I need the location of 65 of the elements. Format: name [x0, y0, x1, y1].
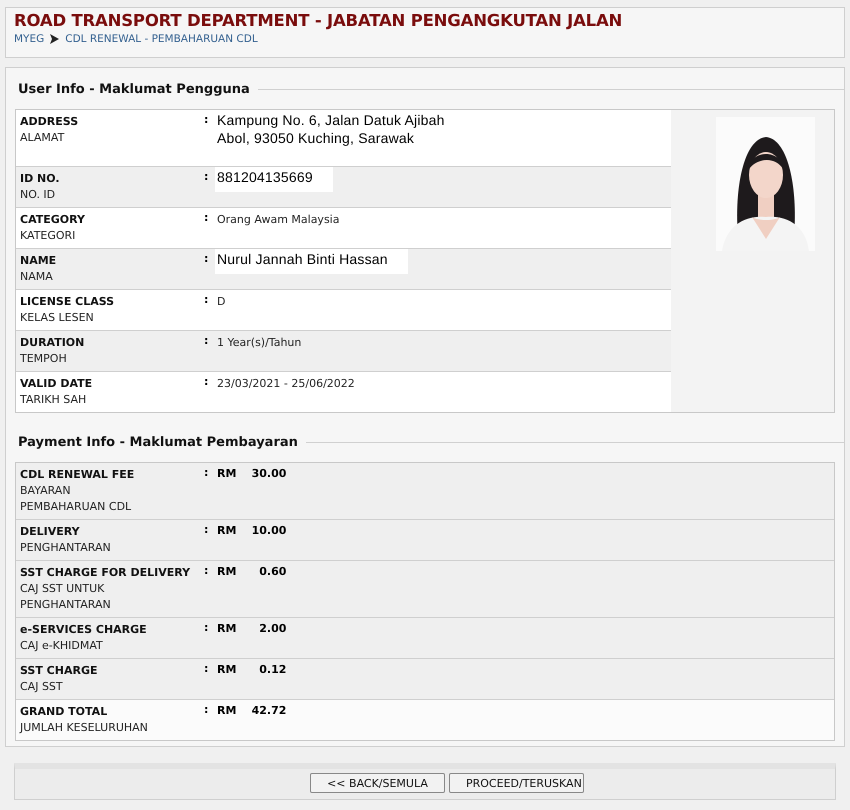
currency-label: RM [216, 703, 238, 719]
colon-separator: : [204, 563, 210, 579]
field-label: ALAMAT [20, 130, 66, 146]
fee-label: CDL RENEWAL FEE [20, 467, 136, 483]
field-label: DURATION [20, 335, 86, 351]
arrow-icon [50, 34, 60, 44]
field-label: KATEGORI [20, 228, 76, 244]
field-label: KELAS LESEN [20, 310, 95, 326]
fee-amount: 0.60 [258, 564, 286, 580]
breadcrumb-link[interactable]: CDL RENEWAL - PEMBAHARUAN CDL [65, 33, 258, 45]
fee-label: GRAND TOTAL [20, 704, 108, 720]
section-heading: Payment Info - Maklumat Pembayaran [17, 435, 299, 450]
fee-amount: 2.00 [258, 621, 286, 637]
field-label: TARIKH SAH [20, 392, 88, 408]
fee-label: SST CHARGE FOR DELIVERY [20, 565, 192, 581]
fee-label: JUMLAH KESELURUHAN [20, 720, 149, 736]
section-heading: User Info - Maklumat Pengguna [17, 82, 251, 97]
currency-label: RM [216, 523, 238, 539]
field-value: 1 Year(s)/Tahun [216, 335, 302, 351]
currency-label: RM [216, 662, 238, 678]
field-value: Orang Awam Malaysia [216, 212, 340, 228]
fee-label: DELIVERY [20, 524, 81, 540]
field-value: 881204135669 [215, 167, 333, 192]
colon-separator: : [204, 522, 210, 538]
field-label: TEMPOH [20, 351, 68, 367]
fee-label: CAJ SST [20, 679, 64, 695]
field-label: LICENSE CLASS [20, 294, 116, 310]
fee-label: PENGHANTARAN [20, 540, 112, 556]
fee-label: CAJ e-KHIDMAT [20, 638, 104, 654]
colon-separator: : [204, 465, 210, 481]
field-label: CATEGORY [20, 212, 86, 228]
action-button[interactable]: PROCEED/TERUSKAN [449, 773, 584, 793]
field-label: NO. ID [20, 187, 56, 203]
fee-label: SST CHARGE [20, 663, 98, 679]
action-button[interactable]: << BACK/SEMULA [310, 773, 445, 793]
field-label: VALID DATE [20, 376, 94, 392]
field-label: NAME [20, 253, 58, 269]
field-label: NAMA [20, 269, 54, 285]
fee-amount: 30.00 [250, 466, 286, 482]
colon-separator: : [204, 661, 210, 677]
fee-label: e-SERVICES CHARGE [20, 622, 148, 638]
colon-separator: : [204, 251, 210, 267]
field-label: ID NO. [20, 171, 61, 187]
fee-label: BAYARAN PEMBAHARUAN CDL [20, 483, 132, 515]
field-value: Nurul Jannah Binti Hassan [215, 249, 408, 274]
colon-separator: : [204, 112, 210, 128]
currency-label: RM [216, 564, 238, 580]
page-title: ROAD TRANSPORT DEPARTMENT - JABATAN PENGANGKUTAN JALAN [14, 11, 624, 30]
field-value: 23/03/2021 - 25/06/2022 [216, 376, 356, 392]
currency-label: RM [216, 621, 238, 637]
field-label: ADDRESS [20, 114, 80, 130]
field-value: D [216, 294, 226, 310]
colon-separator: : [204, 292, 210, 308]
colon-separator: : [204, 169, 210, 185]
colon-separator: : [204, 374, 210, 390]
colon-separator: : [204, 210, 210, 226]
fee-amount: 42.72 [250, 703, 286, 719]
colon-separator: : [204, 620, 210, 636]
fee-amount: 0.12 [258, 662, 286, 678]
currency-label: RM [216, 466, 238, 482]
colon-separator: : [204, 702, 210, 718]
fee-amount: 10.00 [250, 523, 286, 539]
colon-separator: : [204, 333, 210, 349]
breadcrumb-link[interactable]: MYEG [14, 33, 44, 45]
fee-label: CAJ SST UNTUK PENGHANTARAN [20, 581, 112, 613]
